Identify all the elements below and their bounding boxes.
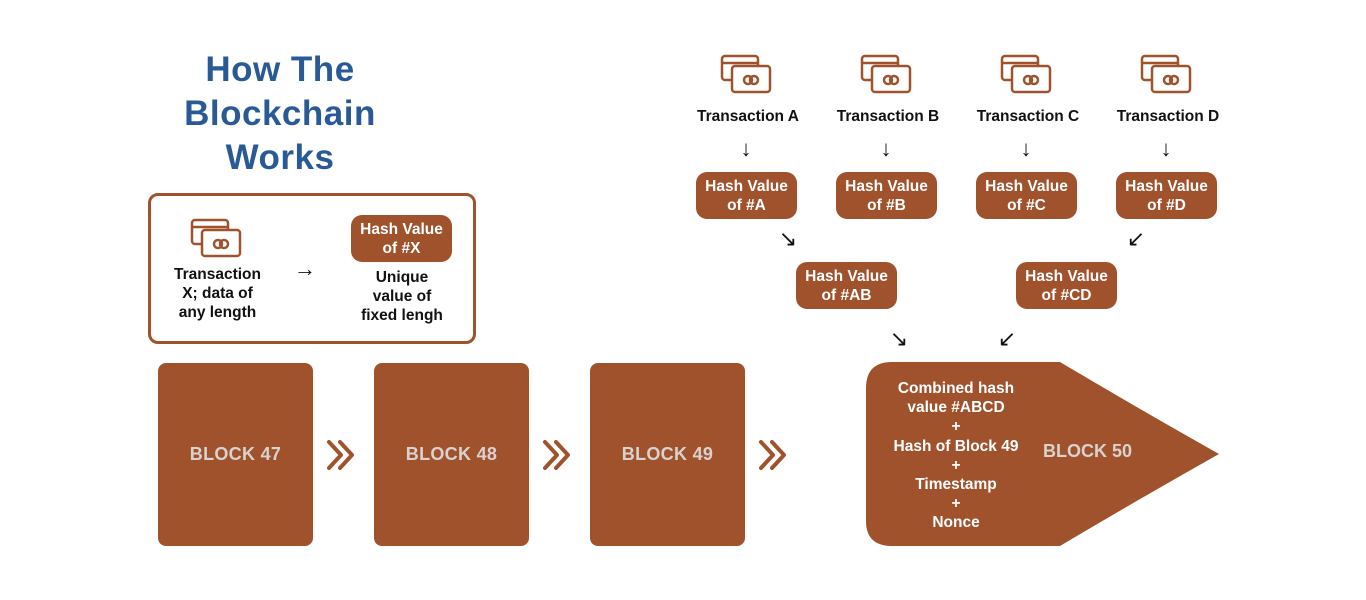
title-line-1: How The bbox=[205, 50, 355, 89]
block-47: BLOCK 47 bbox=[158, 363, 313, 546]
double-chevron-right-icon bbox=[543, 440, 570, 470]
block-49: BLOCK 49 bbox=[590, 363, 745, 546]
transaction-d-label: Transaction D bbox=[1116, 108, 1220, 125]
legend-hash-box: Hash Value of #X bbox=[351, 215, 452, 262]
transaction-c-label: Transaction C bbox=[976, 108, 1080, 125]
block-48: BLOCK 48 bbox=[374, 363, 529, 546]
hash-box-c: Hash Value of #C bbox=[976, 172, 1077, 219]
title-line-2: Blockchain bbox=[184, 94, 376, 133]
hash-box-cd: Hash Value of #CD bbox=[1016, 262, 1117, 309]
double-chevron-right-icon bbox=[327, 440, 354, 470]
title-line-3: Works bbox=[225, 138, 335, 177]
hash-box-a: Hash Value of #A bbox=[696, 172, 797, 219]
block-50-label: BLOCK 50 bbox=[1043, 441, 1133, 461]
down-right-arrow-icon: ↘ bbox=[778, 226, 798, 251]
legend-hash-description: Unique value of fixed lengh bbox=[361, 269, 443, 324]
block-label: BLOCK 48 bbox=[405, 444, 498, 464]
hash-box-d: Hash Value of #D bbox=[1116, 172, 1217, 219]
down-arrow-icon: ↓ bbox=[1020, 136, 1032, 161]
page-title: How The Blockchain Works bbox=[150, 48, 410, 180]
hash-box-ab: Hash Value of #AB bbox=[796, 262, 897, 309]
block-50-contents: Combined hash value #ABCD + Hash of Bloc… bbox=[893, 380, 1019, 532]
down-right-arrow-icon: ↘ bbox=[889, 326, 909, 351]
hash-box-b: Hash Value of #B bbox=[836, 172, 937, 219]
legend-transaction-label: Transaction X; data of any length bbox=[174, 266, 261, 321]
down-arrow-icon: ↓ bbox=[740, 136, 752, 161]
transaction-a-label: Transaction A bbox=[697, 108, 799, 125]
right-arrow-icon: → bbox=[294, 256, 316, 281]
down-left-arrow-icon: ↙ bbox=[997, 326, 1017, 351]
credit-cards-icon bbox=[860, 54, 912, 94]
down-arrow-icon: ↓ bbox=[1160, 136, 1172, 161]
credit-cards-icon bbox=[720, 54, 772, 94]
credit-cards-icon bbox=[1140, 54, 1192, 94]
credit-cards-icon bbox=[190, 218, 242, 258]
block-label: BLOCK 47 bbox=[189, 444, 282, 464]
transaction-b-label: Transaction B bbox=[836, 108, 940, 125]
credit-cards-icon bbox=[1000, 54, 1052, 94]
block-label: BLOCK 49 bbox=[621, 444, 714, 464]
down-arrow-icon: ↓ bbox=[880, 136, 892, 161]
down-left-arrow-icon: ↙ bbox=[1126, 226, 1146, 251]
double-chevron-right-icon bbox=[759, 440, 786, 470]
